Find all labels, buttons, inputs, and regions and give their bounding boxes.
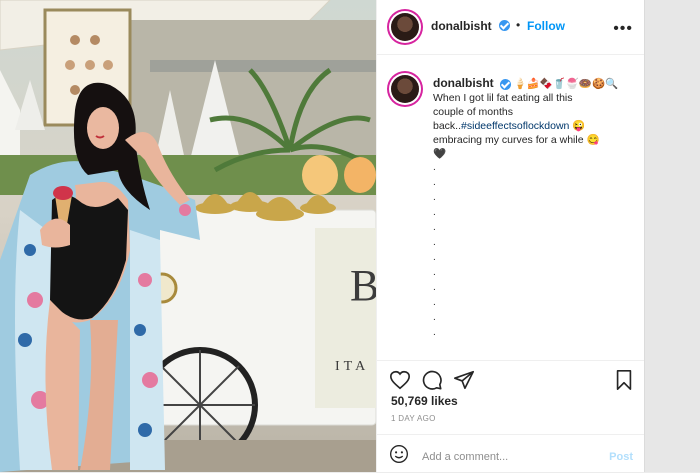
caption-avatar[interactable] — [391, 75, 419, 103]
post-timestamp[interactable]: 1 DAY AGO — [391, 414, 436, 423]
post-header: donalbisht • Follow ••• — [377, 0, 645, 55]
more-options-icon[interactable]: ••• — [613, 20, 633, 38]
caption-line-4-text: embracing my curves for a while — [433, 134, 584, 146]
avatar[interactable] — [391, 13, 419, 41]
caption-username[interactable]: donalbisht — [433, 76, 494, 90]
photo-illustration: B ITA — [0, 0, 376, 472]
post-photo[interactable]: B ITA — [0, 0, 376, 472]
caption-line-2: couple of months — [433, 106, 513, 118]
verified-badge-icon — [499, 20, 510, 31]
caption-line-3-text: back.. — [433, 120, 462, 132]
comment-icon[interactable] — [421, 369, 443, 391]
hashtag-link[interactable]: #sideeffectsoflockdown — [461, 120, 569, 132]
caption-line-1: When I got lil fat eating all this — [433, 92, 573, 104]
username[interactable]: donalbisht — [431, 19, 492, 33]
heart-icon[interactable] — [389, 369, 411, 391]
like-count[interactable]: 50,769 likes — [391, 394, 458, 408]
post-comment-button[interactable]: Post — [609, 451, 633, 463]
separator-dot: • — [516, 18, 521, 32]
post-details-panel: donalbisht • Follow ••• donalbisht 🍦🍰🍫🥤🍧… — [376, 0, 645, 472]
comment-input[interactable]: Add a comment... — [422, 451, 508, 463]
caption: donalbisht 🍦🍰🍫🥤🍧🍩🍪🔍 When I got lil fat e… — [433, 76, 633, 161]
svg-text:ITA: ITA — [335, 359, 369, 374]
caption-dots: ............ — [433, 162, 436, 338]
svg-text:B: B — [350, 261, 376, 310]
share-icon[interactable] — [453, 369, 475, 391]
emoji-icon[interactable] — [389, 444, 409, 464]
caption-emojis: 🍦🍰🍫🥤🍧🍩🍪🔍 — [513, 78, 619, 90]
caption-verified-badge-icon — [499, 78, 511, 90]
bookmark-icon[interactable] — [613, 369, 635, 391]
caption-line-3: back..#sideeffectsoflockdown 😜 — [433, 120, 586, 132]
follow-button[interactable]: Follow — [527, 19, 565, 33]
caption-line-4: embracing my curves for a while 😋 — [433, 134, 600, 146]
page-background — [644, 0, 700, 472]
caption-heart: 🖤 — [433, 148, 447, 160]
comment-bar: Add a comment... Post — [377, 434, 645, 473]
